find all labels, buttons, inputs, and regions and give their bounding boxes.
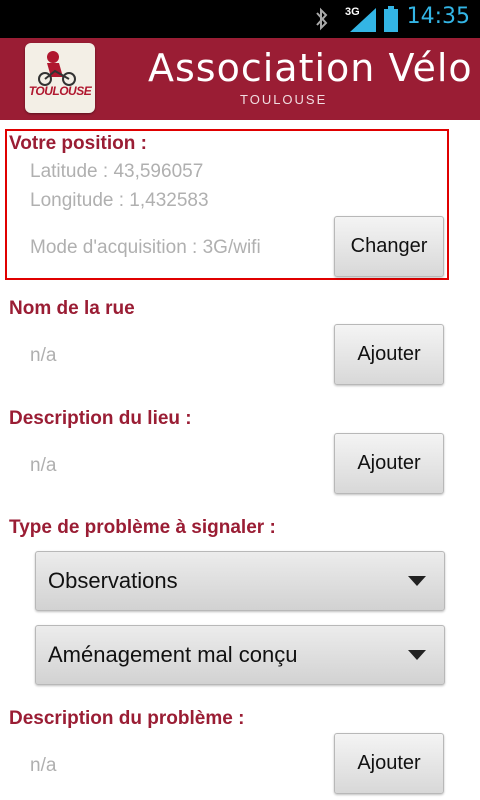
app-subtitle: TOULOUSE bbox=[240, 92, 328, 107]
cyclist-icon bbox=[38, 51, 76, 86]
latitude-text: Latitude : 43,596057 bbox=[30, 161, 204, 182]
acquisition-mode-text: Mode d'acquisition : 3G/wifi bbox=[30, 237, 261, 258]
signal-icon bbox=[350, 8, 376, 37]
chevron-down-icon bbox=[408, 576, 426, 586]
street-label: Nom de la rue bbox=[9, 298, 135, 319]
problem-category-dropdown[interactable]: Observations bbox=[35, 551, 445, 611]
add-problem-description-button[interactable]: Ajouter bbox=[334, 733, 444, 794]
app-title: Association Vélo bbox=[148, 46, 473, 90]
place-label: Description du lieu : bbox=[9, 408, 192, 429]
problem-type-label: Type de problème à signaler : bbox=[9, 517, 276, 538]
problem-subcategory-dropdown[interactable]: Aménagement mal conçu bbox=[35, 625, 445, 685]
chevron-down-icon bbox=[408, 650, 426, 660]
status-bar: 3G 14:35 bbox=[0, 0, 480, 38]
street-value: n/a bbox=[30, 345, 57, 366]
change-position-button[interactable]: Changer bbox=[334, 216, 444, 277]
bluetooth-icon bbox=[314, 6, 330, 37]
app-header: TOULOUSE Association Vélo TOULOUSE bbox=[0, 38, 480, 120]
position-label: Votre position : bbox=[9, 133, 147, 154]
longitude-text: Longitude : 1,432583 bbox=[30, 190, 209, 211]
logo-text: TOULOUSE bbox=[28, 84, 92, 98]
status-time: 14:35 bbox=[406, 4, 470, 29]
add-place-button[interactable]: Ajouter bbox=[334, 433, 444, 494]
problem-description-value: n/a bbox=[30, 755, 57, 776]
problem-subcategory-value: Aménagement mal conçu bbox=[48, 642, 298, 667]
battery-icon bbox=[384, 6, 398, 37]
place-value: n/a bbox=[30, 455, 57, 476]
problem-description-label: Description du problème : bbox=[9, 708, 245, 729]
app-logo: TOULOUSE bbox=[25, 43, 95, 113]
add-street-button[interactable]: Ajouter bbox=[334, 324, 444, 385]
problem-category-value: Observations bbox=[48, 568, 178, 593]
